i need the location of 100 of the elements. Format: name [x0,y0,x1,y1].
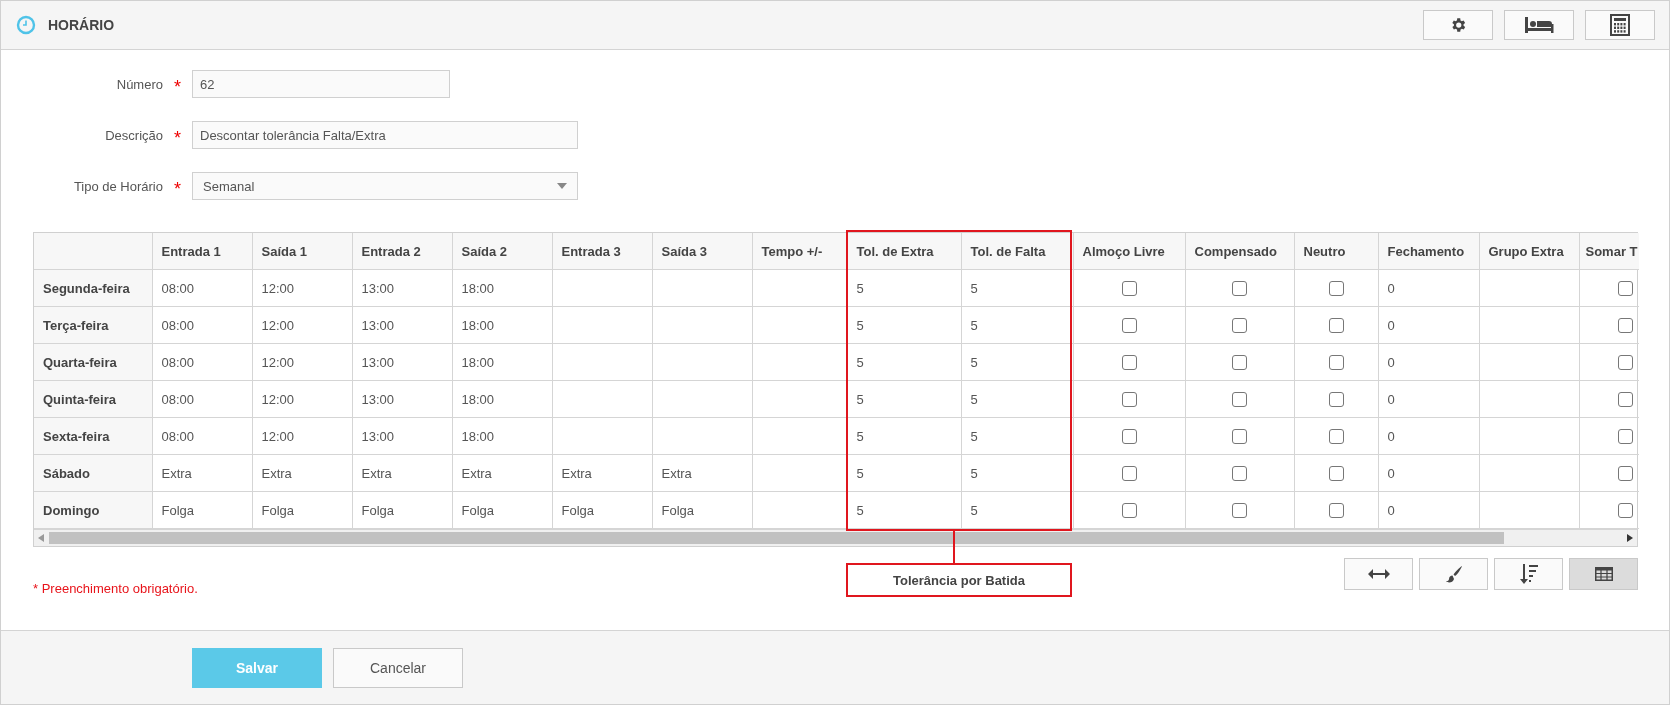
checkbox[interactable] [1121,392,1137,408]
arrows-button[interactable] [1344,558,1413,590]
table-cell: 5 [961,380,1073,418]
checkbox[interactable] [1618,355,1633,371]
checkbox[interactable] [1618,503,1633,519]
brush-button[interactable] [1419,558,1488,590]
cancel-button[interactable]: Cancelar [333,647,463,688]
leader-line [953,531,955,563]
table-cell: Extra [252,454,352,492]
table-cell: Extra [152,454,252,492]
table-cell: 18:00 [452,417,552,455]
checkbox[interactable] [1232,466,1247,482]
checkbox[interactable] [1618,318,1633,334]
required-mark: * [173,75,182,98]
table-cell: 12:00 [252,269,352,307]
checkbox[interactable] [1618,429,1633,445]
dropdown-caret-icon [557,183,567,189]
grid-button[interactable] [1569,558,1638,590]
table-cell: Folga [352,491,452,529]
checkbox[interactable] [1232,503,1247,519]
table-cell: Folga [552,491,652,529]
table-cell: 18:00 [452,269,552,307]
checkbox[interactable] [1121,281,1137,297]
table-cell: 12:00 [252,306,352,344]
table-cell: Extra [352,454,452,492]
table-cell: 12:00 [252,380,352,418]
checkbox[interactable] [1328,318,1344,334]
bed-icon [1524,16,1554,34]
schedule-type-dropdown[interactable]: Semanal [192,172,578,200]
table-cell: Extra [652,454,752,492]
calculator-button[interactable] [1585,10,1655,40]
row-header: Segunda-feira [34,269,152,307]
brush-icon [1444,565,1463,583]
checkbox[interactable] [1328,281,1344,297]
required-note: * Preenchimento obrigatório. [33,581,198,596]
checkbox[interactable] [1618,392,1633,408]
table-cell: 13:00 [352,269,452,307]
table-cell: 5 [961,491,1073,529]
table-cell: 5 [847,417,961,455]
table-cell: Folga [152,491,252,529]
checkbox[interactable] [1232,392,1247,408]
table-cell: Extra [552,454,652,492]
table-cell: 13:00 [352,343,452,381]
row-header: Quarta-feira [34,343,152,381]
input-field[interactable]: Descontar tolerância Falta/Extra [192,121,578,149]
checkbox[interactable] [1232,355,1247,371]
table-cell: 12:00 [252,343,352,381]
table-icon [1594,567,1613,581]
settings-button[interactable] [1423,10,1493,40]
checkbox[interactable] [1618,466,1633,482]
required-mark: * [173,126,182,149]
checkbox[interactable] [1121,429,1137,445]
sort-button[interactable] [1494,558,1563,590]
table-cell: 0 [1378,380,1479,418]
field-label: Tipo de Horário [72,178,163,194]
checkbox[interactable] [1232,318,1247,334]
field-label: Descrição [104,127,163,143]
input-field[interactable]: 62 [192,70,450,98]
table-cell: 0 [1378,454,1479,492]
checkbox[interactable] [1328,503,1344,519]
row-header: Domingo [34,491,152,529]
table-cell: 18:00 [452,380,552,418]
required-mark: * [173,177,182,200]
table-cell: 13:00 [352,417,452,455]
field-label: Número [115,76,163,92]
checkbox[interactable] [1328,392,1344,408]
checkbox[interactable] [1121,466,1137,482]
checkbox[interactable] [1328,466,1344,482]
bed-button[interactable] [1504,10,1574,40]
scroll-right-icon[interactable] [1627,534,1633,542]
table-cell: 08:00 [152,380,252,418]
checkbox[interactable] [1121,318,1137,334]
column-header: Entrada 3 [552,233,652,270]
scroll-left-icon[interactable] [38,534,44,542]
table-cell: 5 [847,269,961,307]
table-cell: 13:00 [352,380,452,418]
checkbox[interactable] [1618,281,1633,297]
column-header: Saída 1 [252,233,352,270]
table-cell: 0 [1378,269,1479,307]
table-cell: 5 [847,380,961,418]
column-header: Tempo +/- [752,233,847,270]
table-cell: 08:00 [152,417,252,455]
column-header: Fechamento [1378,233,1479,270]
column-header: Compensado [1185,233,1294,270]
table-cell: Extra [452,454,552,492]
table-cell: 12:00 [252,417,352,455]
column-header: Grupo Extra [1479,233,1579,270]
table-cell: 5 [847,454,961,492]
checkbox[interactable] [1328,355,1344,371]
checkbox[interactable] [1328,429,1344,445]
callout-label: Tolerância por Batida [846,563,1072,597]
checkbox[interactable] [1232,281,1247,297]
checkbox[interactable] [1121,503,1137,519]
column-header: Tol. de Extra [847,233,961,270]
calculator-icon [1610,14,1630,36]
checkbox[interactable] [1232,429,1247,445]
checkbox[interactable] [1121,355,1137,371]
table-cell: 5 [961,343,1073,381]
horizontal-scrollbar[interactable] [34,529,1637,546]
table-cell: 08:00 [152,306,252,344]
